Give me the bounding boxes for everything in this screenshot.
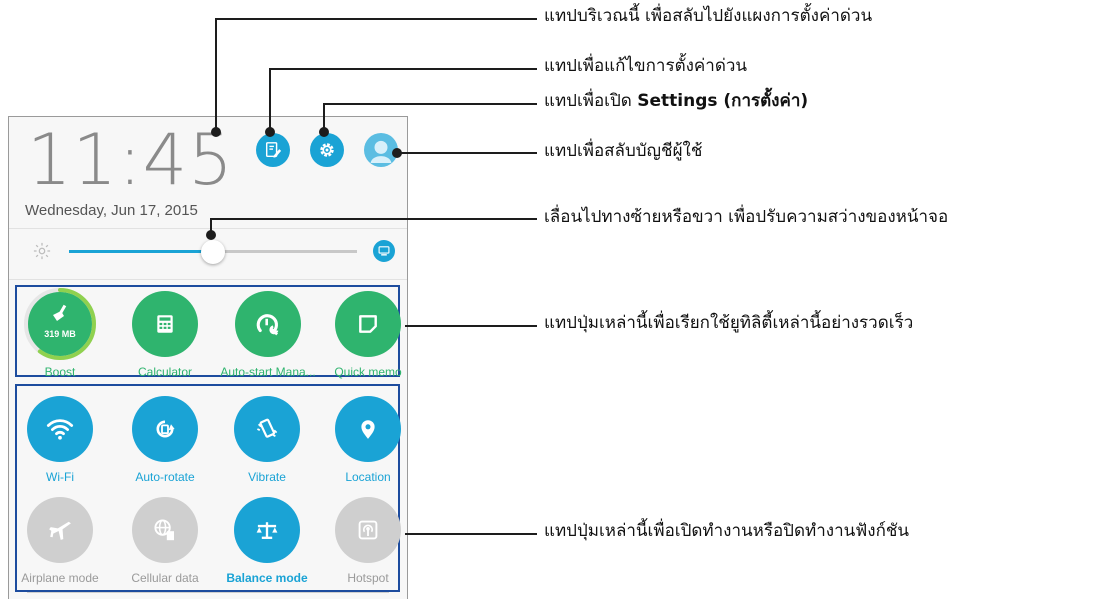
callout-line xyxy=(269,68,537,70)
callout-brightness: เลื่อนไปทางซ้ายหรือขวา เพื่อปรับความสว่า… xyxy=(544,207,949,227)
callout-switch-panel: แทปบริเวณนี้ เพื่อสลับไปยังแผงการตั้งค่า… xyxy=(544,6,873,26)
toggle-cellular-data[interactable]: Cellular data xyxy=(117,497,213,585)
airplane-icon xyxy=(49,521,71,540)
avatar-icon xyxy=(370,140,392,163)
callout-edit-text: แทปเพื่อแก้ไขการตั้งค่าด่วน xyxy=(544,56,748,76)
callout-quick-tools: แทปปุ่มเหล่านี้เพื่อเรียกใช้ยูทิลิตี้เหล… xyxy=(544,313,914,333)
toggle-auto-rotate[interactable]: Auto-rotate xyxy=(117,396,213,484)
tile-label: Boost xyxy=(44,365,76,379)
clock-time[interactable]: 11:45 xyxy=(27,125,234,195)
quick-settings-panel: 11:45 Wednesday, Jun 17, 2015 319 MB Boo… xyxy=(8,116,408,599)
brightness-slider-handle[interactable] xyxy=(201,240,225,264)
tile-label: Auto-rotate xyxy=(135,470,195,484)
tile-boost[interactable]: 319 MB Boost xyxy=(12,288,108,379)
edit-quick-settings-button[interactable] xyxy=(256,133,290,167)
tile-label: Quick memo xyxy=(334,365,402,379)
callout-line xyxy=(405,533,537,535)
tile-label: Vibrate xyxy=(248,470,286,484)
tile-label: Balance mode xyxy=(226,571,308,585)
auto-start-manager-button[interactable] xyxy=(235,291,301,357)
date-text: Wednesday, Jun 17, 2015 xyxy=(25,202,198,219)
broom-icon xyxy=(53,304,67,321)
tile-label: Airplane mode xyxy=(21,571,99,585)
boost-button[interactable]: 319 MB xyxy=(24,288,96,360)
toggle-airplane-mode[interactable]: Airplane mode xyxy=(12,497,108,585)
gauge-wrench-icon xyxy=(256,314,279,336)
vibrate-icon xyxy=(256,418,278,438)
callout-line xyxy=(323,103,537,105)
balance-mode-button[interactable] xyxy=(234,497,300,563)
callout-line xyxy=(269,68,271,130)
memo-icon xyxy=(359,315,377,333)
callout-switch-user: แทปเพื่อสลับบัญชีผู้ใช้ xyxy=(544,141,703,161)
hotspot-button[interactable] xyxy=(335,497,401,563)
gear-icon xyxy=(320,143,334,157)
callout-open-settings: แทปเพื่อเปิด Settings (การตั้งค่า) xyxy=(544,93,808,110)
callout-line xyxy=(323,103,325,130)
wifi-button[interactable] xyxy=(27,396,93,462)
brightness-fill xyxy=(69,250,213,253)
vibrate-button[interactable] xyxy=(234,396,300,462)
callout-edit-settings: แทปเพื่อแก้ไขการตั้งค่าด่วน xyxy=(544,58,747,75)
callout-line xyxy=(210,218,212,232)
callout-open-settings-prefix: แทปเพื่อเปิด xyxy=(544,91,638,111)
callout-line xyxy=(210,218,537,220)
auto-rotate-button[interactable] xyxy=(132,396,198,462)
balance-scale-icon xyxy=(256,522,278,539)
edit-icon xyxy=(265,142,282,158)
boost-meter xyxy=(24,288,96,360)
rotate-icon xyxy=(156,420,175,438)
bottom-divider xyxy=(27,592,389,593)
airplane-mode-button[interactable] xyxy=(27,497,93,563)
boost-memory-badge: 319 MB xyxy=(44,329,76,339)
callout-line xyxy=(397,152,537,154)
toggle-hotspot[interactable]: Hotspot xyxy=(320,497,407,585)
toggle-location[interactable]: Location xyxy=(320,396,407,484)
tile-label: Auto-start Mana... xyxy=(220,365,316,379)
tile-label: Wi-Fi xyxy=(46,470,74,484)
location-pin-icon xyxy=(361,420,375,439)
settings-button[interactable] xyxy=(310,133,344,167)
location-button[interactable] xyxy=(335,396,401,462)
callout-line xyxy=(405,325,537,327)
callout-line xyxy=(215,18,537,20)
header-divider xyxy=(9,228,407,229)
cellular-data-button[interactable] xyxy=(132,497,198,563)
wifi-icon xyxy=(46,419,74,440)
toggle-wifi[interactable]: Wi-Fi xyxy=(12,396,108,484)
calculator-icon xyxy=(157,315,173,333)
calculator-button[interactable] xyxy=(132,291,198,357)
tile-label: Location xyxy=(345,470,391,484)
tile-quick-memo[interactable]: Quick memo xyxy=(320,291,407,379)
tile-label: Cellular data xyxy=(131,571,199,585)
quick-memo-button[interactable] xyxy=(335,291,401,357)
callout-toggles: แทปปุ่มเหล่านี้เพื่อเปิดทำงานหรือปิดทำงา… xyxy=(544,521,910,541)
callout-line xyxy=(215,18,217,130)
toggle-vibrate[interactable]: Vibrate xyxy=(219,396,315,484)
toggle-balance-mode[interactable]: Balance mode xyxy=(219,497,315,585)
globe-sim-icon xyxy=(154,519,174,541)
brightness-low-icon xyxy=(29,238,55,264)
slider-divider xyxy=(9,279,407,280)
callout-open-settings-bold: Settings (การตั้งค่า) xyxy=(637,91,809,111)
tile-calculator[interactable]: Calculator xyxy=(117,291,213,379)
hotspot-icon xyxy=(358,520,378,540)
tile-label: Hotspot xyxy=(347,571,389,585)
auto-brightness-icon[interactable] xyxy=(373,240,395,262)
tile-auto-start-manager[interactable]: Auto-start Mana... xyxy=(217,291,319,379)
tile-label: Calculator xyxy=(137,365,193,379)
